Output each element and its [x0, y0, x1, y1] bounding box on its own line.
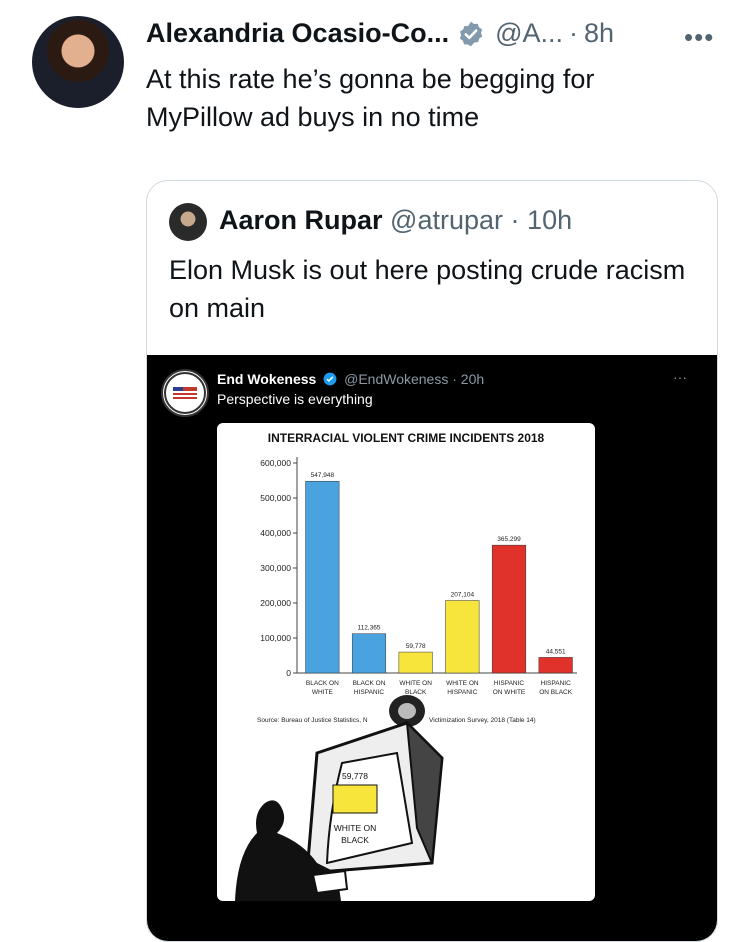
- bar-value-label: 207,104: [451, 592, 475, 599]
- chart-labels: 547,948 BLACK ON WHITE 112,365 BLACK ON HISPA…: [306, 472, 573, 696]
- x-tick-label: HISPANIC: [541, 680, 572, 687]
- verified-badge-icon: [323, 372, 337, 386]
- x-tick-label: HISPANIC: [354, 689, 385, 696]
- x-tick-label: WHITE ON: [446, 680, 479, 687]
- x-tick-label: ON BLACK: [539, 689, 573, 696]
- bar: [351, 633, 387, 674]
- y-tick-label: 600,000: [260, 458, 291, 468]
- quoted-author-name: Aaron Rupar: [219, 205, 383, 235]
- zoomed-bar: [332, 784, 378, 814]
- bar-value-label: 365,299: [497, 536, 521, 543]
- x-tick-label: HISPANIC: [494, 680, 525, 687]
- zoom-category-line2: BLACK: [341, 835, 369, 845]
- quoted-media-image[interactable]: End Wokeness @EndWokeness · 20h Perspect…: [147, 355, 717, 941]
- bar: [491, 544, 527, 674]
- x-tick-label: WHITE: [312, 689, 334, 696]
- bar-value-label: 59,778: [406, 643, 426, 650]
- y-tick-label: 400,000: [260, 528, 291, 538]
- author-name[interactable]: Alexandria Ocasio-Co...: [146, 18, 449, 49]
- meme-drawing: 59,778 WHITE ON BLACK: [235, 695, 444, 901]
- quoted-author-avatar: [169, 203, 207, 241]
- zoom-value-label: 59,778: [342, 771, 368, 781]
- embedded-post-header: End Wokeness @EndWokeness · 20h: [217, 371, 484, 387]
- x-tick-label: ON WHITE: [493, 689, 526, 696]
- x-tick-label: HISPANIC: [447, 689, 478, 696]
- x-tick-label: BLACK ON: [306, 680, 339, 687]
- y-tick-label: 300,000: [260, 563, 291, 573]
- x-tick-label: BLACK ON: [353, 680, 386, 687]
- chart-bars: [305, 480, 573, 674]
- tweet-header: Alexandria Ocasio-Co... @A... · 8h: [146, 18, 614, 49]
- bar-value-label: 112,365: [357, 625, 380, 632]
- author-handle[interactable]: @A...: [495, 18, 563, 49]
- more-options-icon[interactable]: •••: [684, 22, 714, 53]
- separator-dot: ·: [569, 18, 579, 48]
- author-avatar[interactable]: [32, 16, 124, 108]
- quoted-tweet-timestamp: 10h: [527, 205, 573, 235]
- y-tick-label: 100,000: [260, 633, 291, 643]
- bar-chart: INTERRACIAL VIOLENT CRIME INCIDENTS 2018…: [235, 431, 577, 901]
- end-wokeness-logo-icon: [161, 369, 209, 417]
- chart-source-end: Victimization Survey, 2018 (Table 14): [429, 717, 536, 724]
- bar-value-label: 547,948: [311, 472, 335, 479]
- bar-chart-card: INTERRACIAL VIOLENT CRIME INCIDENTS 2018…: [217, 423, 595, 901]
- chart-source: Source: Bureau of Justice Statistics, N: [257, 717, 368, 724]
- separator-dot: ·: [510, 205, 520, 235]
- embedded-author-name: End Wokeness: [217, 371, 317, 387]
- chart-title: INTERRACIAL VIOLENT CRIME INCIDENTS 2018: [268, 431, 545, 445]
- x-tick-label: BLACK: [405, 689, 427, 696]
- embedded-post-text: Perspective is everything: [217, 391, 373, 407]
- y-tick-label: 0: [286, 668, 291, 678]
- bar-value-label: 44,551: [546, 648, 566, 655]
- quoted-tweet-header: Aaron Rupar @atrupar · 10h: [219, 205, 572, 236]
- bar: [398, 651, 433, 674]
- y-tick-label: 500,000: [260, 493, 291, 503]
- quoted-tweet-text: Elon Musk is out here posting crude raci…: [169, 255, 686, 323]
- quoted-author-handle: @atrupar: [390, 205, 504, 235]
- verified-badge-icon: [460, 21, 483, 46]
- y-tick-label: 200,000: [260, 598, 291, 608]
- bar: [445, 600, 480, 674]
- embedded-more-icon: ···: [673, 369, 687, 385]
- zoom-category-line1: WHITE ON: [334, 823, 377, 833]
- tweet-timestamp[interactable]: 8h: [584, 18, 614, 49]
- embedded-author-handle: @EndWokeness: [344, 371, 449, 387]
- embedded-timestamp: · 20h: [452, 371, 485, 387]
- tweet-text: At this rate he’s gonna be begging for M…: [146, 64, 595, 132]
- quoted-tweet[interactable]: Aaron Rupar @atrupar · 10h Elon Musk is …: [146, 180, 718, 942]
- bar: [538, 657, 573, 674]
- bar: [305, 480, 340, 674]
- x-tick-label: WHITE ON: [399, 680, 432, 687]
